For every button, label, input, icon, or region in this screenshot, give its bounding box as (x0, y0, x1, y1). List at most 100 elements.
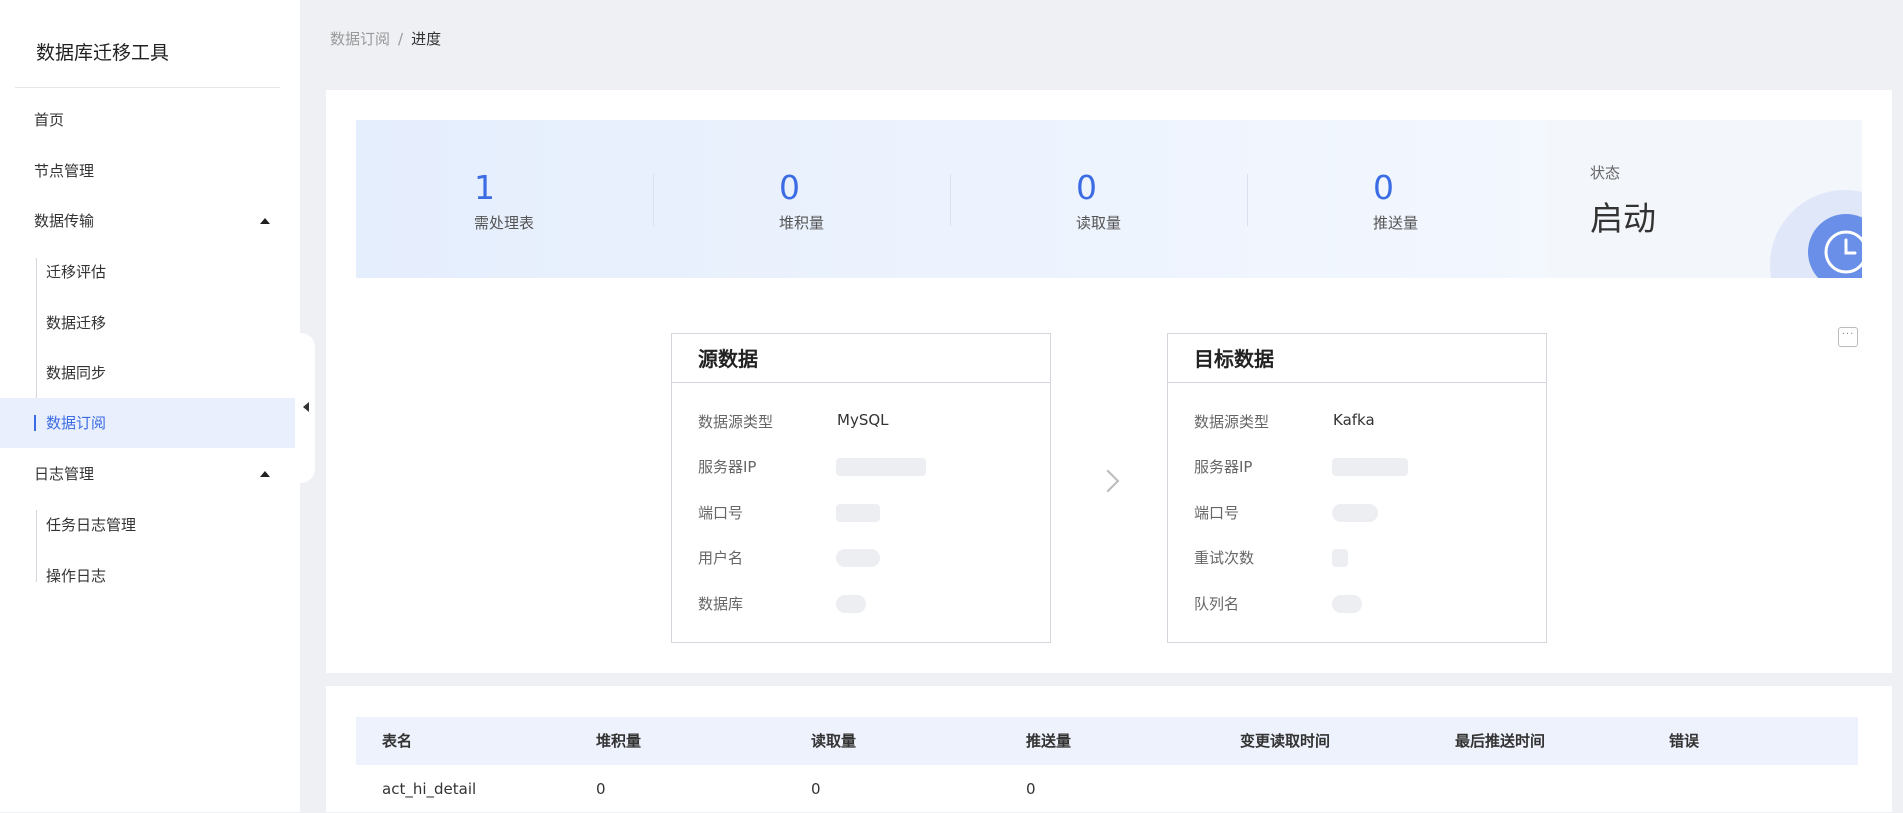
field-label: 服务器IP (1194, 458, 1253, 476)
stat-pushed: 0 推送量 (1373, 170, 1418, 233)
nav-label: 首页 (34, 111, 65, 129)
stat-value: 0 (1076, 168, 1097, 207)
redacted-value (1332, 504, 1378, 522)
breadcrumb-current: 进度 (411, 30, 442, 48)
table-header: 表名 堆积量 读取量 推送量 变更读取时间 最后推送时间 错误 (356, 717, 1858, 765)
nav-operation-log[interactable]: 操作日志 (0, 551, 300, 601)
field-label: 端口号 (698, 504, 744, 522)
nav-label: 操作日志 (46, 567, 107, 585)
active-indicator (34, 415, 36, 431)
redacted-value (1332, 549, 1348, 567)
field-label: 数据库 (698, 595, 744, 613)
redacted-value (1332, 595, 1362, 613)
nav-label: 数据迁移 (46, 314, 107, 332)
app-title: 数据库迁移工具 (36, 42, 170, 64)
nav-task-log[interactable]: 任务日志管理 (0, 500, 300, 550)
nav-data-transfer[interactable]: 数据传输 (0, 196, 300, 246)
stat-label: 推送量 (1373, 214, 1419, 232)
field-retry-count: 重试次数 (1194, 547, 1348, 568)
nav-node-management[interactable]: 节点管理 (0, 146, 300, 196)
redacted-value (836, 549, 880, 567)
caret-up-icon (260, 218, 270, 224)
table-cell: 0 (1026, 780, 1036, 798)
field-database: 数据库 (698, 593, 866, 614)
field-label: 用户名 (698, 549, 744, 567)
stat-backlog: 0 堆积量 (779, 170, 824, 233)
sidebar-collapse-button[interactable] (295, 333, 315, 483)
table-cell: 0 (811, 780, 821, 798)
table-cell: 0 (596, 780, 606, 798)
field-username: 用户名 (698, 547, 880, 568)
breadcrumb-separator: / (398, 30, 404, 48)
nav-label: 日志管理 (34, 465, 95, 483)
status-box: 状态 启动 (1546, 120, 1862, 278)
stat-label: 堆积量 (779, 214, 825, 232)
field-server-ip: 服务器IP (1194, 456, 1408, 477)
stat-value: 0 (1373, 168, 1394, 207)
column-header: 错误 (1669, 732, 1700, 750)
divider (950, 174, 951, 226)
stat-value: 0 (779, 168, 800, 207)
nav-home[interactable]: 首页 (0, 95, 300, 145)
status-label: 状态 (1590, 164, 1621, 182)
field-queue-name: 队列名 (1194, 593, 1362, 614)
column-header: 表名 (382, 732, 413, 750)
stat-label: 读取量 (1076, 214, 1122, 232)
column-header: 堆积量 (596, 732, 642, 750)
stats-bar: 1 需处理表 0 堆积量 0 读取量 0 推送量 (356, 120, 1546, 278)
clock-icon (1824, 230, 1862, 274)
nav-data-subscription[interactable]: 数据订阅 (0, 398, 300, 448)
stat-label: 需处理表 (474, 214, 535, 232)
divider (15, 87, 280, 88)
field-target-type: 数据源类型 Kafka (1194, 411, 1375, 432)
nav-data-migration[interactable]: 数据迁移 (0, 298, 300, 348)
column-header: 读取量 (811, 732, 857, 750)
nav-label: 数据订阅 (46, 414, 107, 432)
field-port: 端口号 (698, 502, 880, 523)
nav-label: 任务日志管理 (46, 516, 137, 534)
stat-read: 0 读取量 (1076, 170, 1121, 233)
source-card: 源数据 数据源类型 MySQL 服务器IP 端口号 用户名 数据库 (671, 333, 1051, 643)
nav-data-sync[interactable]: 数据同步 (0, 348, 300, 398)
field-label: 服务器IP (698, 458, 757, 476)
redacted-value (836, 504, 880, 522)
nav-label: 迁移评估 (46, 263, 107, 281)
more-button[interactable]: ··· (1838, 327, 1858, 347)
nav-label: 节点管理 (34, 162, 95, 180)
nav-log-management[interactable]: 日志管理 (0, 449, 300, 499)
field-label: 数据源类型 (698, 413, 774, 431)
redacted-value (1332, 458, 1408, 476)
field-server-ip: 服务器IP (698, 456, 926, 477)
divider (653, 174, 654, 226)
field-label: 重试次数 (1194, 549, 1255, 567)
redacted-value (836, 595, 866, 613)
divider (1247, 174, 1248, 226)
status-value: 启动 (1590, 199, 1656, 238)
card-title: 源数据 (672, 334, 1050, 383)
caret-up-icon (260, 471, 270, 477)
field-value: MySQL (837, 411, 889, 429)
table-row[interactable]: act_hi_detail 0 0 0 (356, 765, 1858, 813)
field-label: 队列名 (1194, 595, 1240, 613)
field-port: 端口号 (1194, 502, 1378, 523)
column-header: 推送量 (1026, 732, 1072, 750)
nav-migration-assessment[interactable]: 迁移评估 (0, 247, 300, 297)
field-label: 数据源类型 (1194, 413, 1270, 431)
nav-label: 数据同步 (46, 364, 107, 382)
field-source-type: 数据源类型 MySQL (698, 411, 889, 432)
column-header: 最后推送时间 (1455, 732, 1546, 750)
breadcrumb-parent[interactable]: 数据订阅 (330, 30, 390, 48)
field-value: Kafka (1333, 411, 1375, 429)
stat-value: 1 (474, 168, 495, 207)
stat-pending-tables: 1 需处理表 (474, 170, 534, 233)
card-title: 目标数据 (1168, 334, 1546, 383)
nav-label: 数据传输 (34, 212, 95, 230)
breadcrumb: 数据订阅 / 进度 (330, 28, 441, 49)
column-header: 变更读取时间 (1240, 732, 1331, 750)
caret-left-icon (303, 402, 309, 412)
redacted-value (836, 458, 926, 476)
field-label: 端口号 (1194, 504, 1240, 522)
sidebar: 数据库迁移工具 首页 节点管理 数据传输 迁移评估 数据迁移 数据同步 数据订阅… (0, 0, 300, 812)
table-cell: act_hi_detail (382, 780, 477, 798)
target-card: 目标数据 数据源类型 Kafka 服务器IP 端口号 重试次数 队列名 (1167, 333, 1547, 643)
